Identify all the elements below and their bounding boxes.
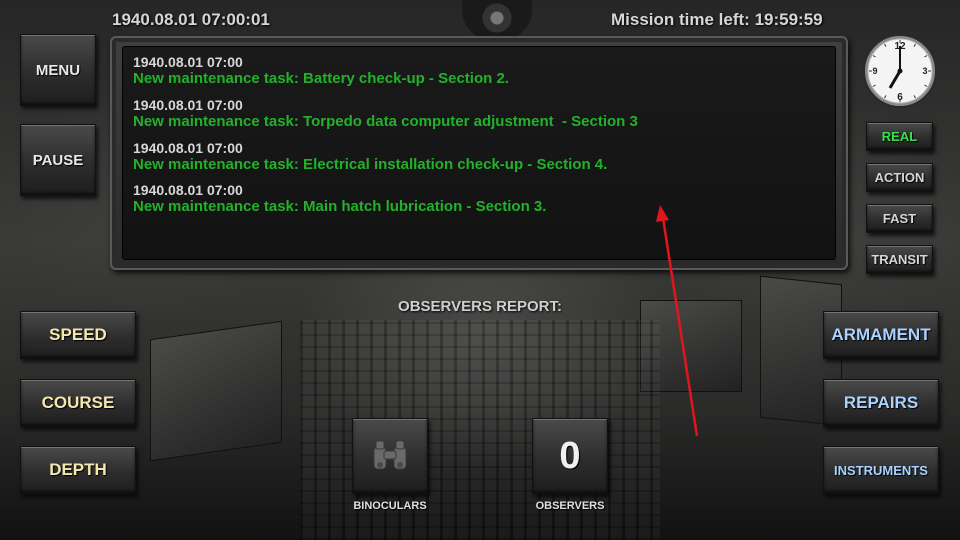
observers-report-label: OBSERVERS REPORT: xyxy=(398,298,562,315)
binoculars-button[interactable] xyxy=(352,418,428,494)
background-crate xyxy=(150,320,282,462)
speed-button[interactable]: SPEED xyxy=(20,311,136,359)
clock-numeral-9: 9 xyxy=(872,66,877,76)
log-entry-time: 1940.08.01 07:00 xyxy=(133,140,243,156)
mission-time-left: Mission time left: 19:59:59 xyxy=(611,10,823,29)
clock-icon: 12 3 6 9 xyxy=(863,34,937,108)
log-entry-time: 1940.08.01 07:00 xyxy=(133,182,243,198)
binoculars-icon xyxy=(373,440,407,470)
binoculars-label: BINOCULARS xyxy=(353,500,427,512)
ceiling-lamp xyxy=(462,0,532,40)
depth-button[interactable]: DEPTH xyxy=(20,446,136,494)
time-mode-fast-button[interactable]: FAST xyxy=(866,204,933,233)
log-entry-message: New maintenance task: Electrical install… xyxy=(133,156,608,173)
pause-button[interactable]: PAUSE xyxy=(20,124,96,196)
observers-count-button[interactable]: 0 xyxy=(532,418,608,494)
time-mode-transit-button[interactable]: TRANSIT xyxy=(866,245,933,274)
time-mode-action-button[interactable]: ACTION xyxy=(866,163,933,192)
time-mode-real-button[interactable]: REAL xyxy=(866,122,933,151)
log-entry-message: New maintenance task: Torpedo data compu… xyxy=(133,113,638,130)
log-entry: 1940.08.01 07:00 New maintenance task: E… xyxy=(133,140,607,174)
clock-numeral-6: 6 xyxy=(897,92,903,103)
game-datetime: 1940.08.01 07:00:01 xyxy=(112,10,270,29)
log-entry: 1940.08.01 07:00 New maintenance task: T… xyxy=(133,97,638,131)
message-log-panel: 1940.08.01 07:00 New maintenance task: B… xyxy=(110,36,848,270)
observers-label: OBSERVERS xyxy=(535,500,605,512)
menu-button[interactable]: MENU xyxy=(20,34,96,106)
log-entry-time: 1940.08.01 07:00 xyxy=(133,54,243,70)
instruments-button[interactable]: INSTRUMENTS xyxy=(823,446,939,494)
repairs-button[interactable]: REPAIRS xyxy=(823,379,939,427)
message-log[interactable]: 1940.08.01 07:00 New maintenance task: B… xyxy=(122,46,836,260)
clock-numeral-3: 3 xyxy=(922,66,927,76)
log-entry-time: 1940.08.01 07:00 xyxy=(133,97,243,113)
log-entry-message: New maintenance task: Battery check-up -… xyxy=(133,70,509,87)
log-entry-message: New maintenance task: Main hatch lubrica… xyxy=(133,198,547,215)
course-button[interactable]: COURSE xyxy=(20,379,136,427)
log-entry: 1940.08.01 07:00 New maintenance task: M… xyxy=(133,182,546,216)
log-entry: 1940.08.01 07:00 New maintenance task: B… xyxy=(133,54,509,88)
armament-button[interactable]: ARMAMENT xyxy=(823,311,939,359)
